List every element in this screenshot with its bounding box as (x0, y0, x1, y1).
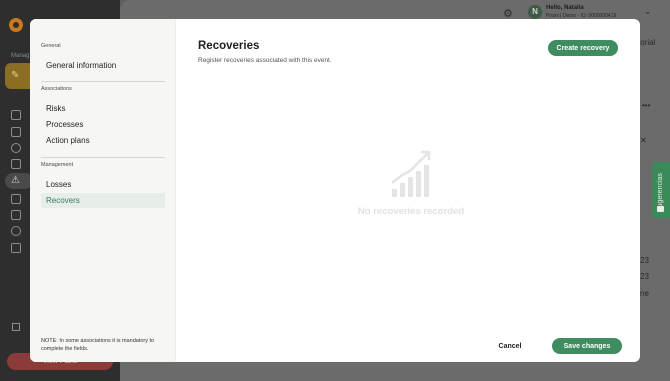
nav-item-action-plans[interactable]: Action plans (41, 133, 165, 148)
avatar: N (528, 5, 542, 19)
list-icon (11, 127, 21, 137)
save-changes-button[interactable]: Save changes (552, 338, 622, 354)
checkbox-icon (11, 194, 21, 204)
user-greeting: Hello, Natalia (546, 5, 584, 11)
more-icon: ••• (642, 101, 651, 110)
background-fragment: ne (640, 289, 649, 298)
monitor-icon (11, 110, 21, 120)
warning-icon: ⚠ (11, 175, 20, 186)
close-icon: ✕ (640, 136, 647, 145)
background-fragment: 23 (640, 272, 649, 281)
bar-chart-growth-icon (391, 150, 431, 197)
nav-item-recovers[interactable]: Recovers (41, 193, 165, 208)
background-section-label: Manag (11, 53, 30, 59)
recoveries-modal: General General information Associations… (30, 19, 640, 362)
nav-divider (41, 157, 165, 158)
image-icon (11, 210, 21, 220)
settings-lines-icon (11, 243, 21, 253)
background-fragment: 23 (640, 256, 649, 265)
sliders-icon (11, 159, 21, 169)
mandatory-note: NOTE: In some associations it is mandato… (41, 338, 155, 352)
suggestions-tab[interactable]: Sugerencias (652, 162, 670, 218)
app-logo-icon (9, 18, 23, 32)
page-subtitle: Register recoveries associated with this… (198, 57, 332, 64)
modal-nav: General General information Associations… (30, 19, 176, 362)
page-title: Recoveries (198, 40, 260, 52)
nav-item-processes[interactable]: Processes (41, 117, 165, 132)
target-icon (11, 226, 21, 236)
alert-circle-icon (11, 143, 21, 153)
create-recovery-button[interactable]: Create recovery (548, 40, 618, 56)
nav-group-management: Management (41, 162, 74, 168)
pencil-icon: ✎ (11, 70, 20, 81)
nav-item-risks[interactable]: Risks (41, 101, 165, 116)
document-icon (12, 323, 20, 331)
nav-item-losses[interactable]: Losses (41, 177, 165, 192)
nav-group-associations: Associations (41, 86, 72, 92)
background-fragment: torial (638, 38, 656, 47)
chevron-down-icon: ⌄ (644, 6, 652, 16)
empty-state-text: No recoveries recorded (357, 206, 465, 217)
modal-content: Recoveries Register recoveries associate… (176, 19, 640, 362)
background-nav-active: ⚠ (5, 173, 33, 189)
nav-group-general: General (41, 43, 61, 49)
cancel-button[interactable]: Cancel (496, 339, 524, 353)
suggestions-label: Sugerencias (657, 173, 664, 212)
empty-state: No recoveries recorded (356, 149, 466, 221)
nav-divider (41, 81, 165, 82)
nav-item-general-information[interactable]: General information (41, 58, 165, 73)
